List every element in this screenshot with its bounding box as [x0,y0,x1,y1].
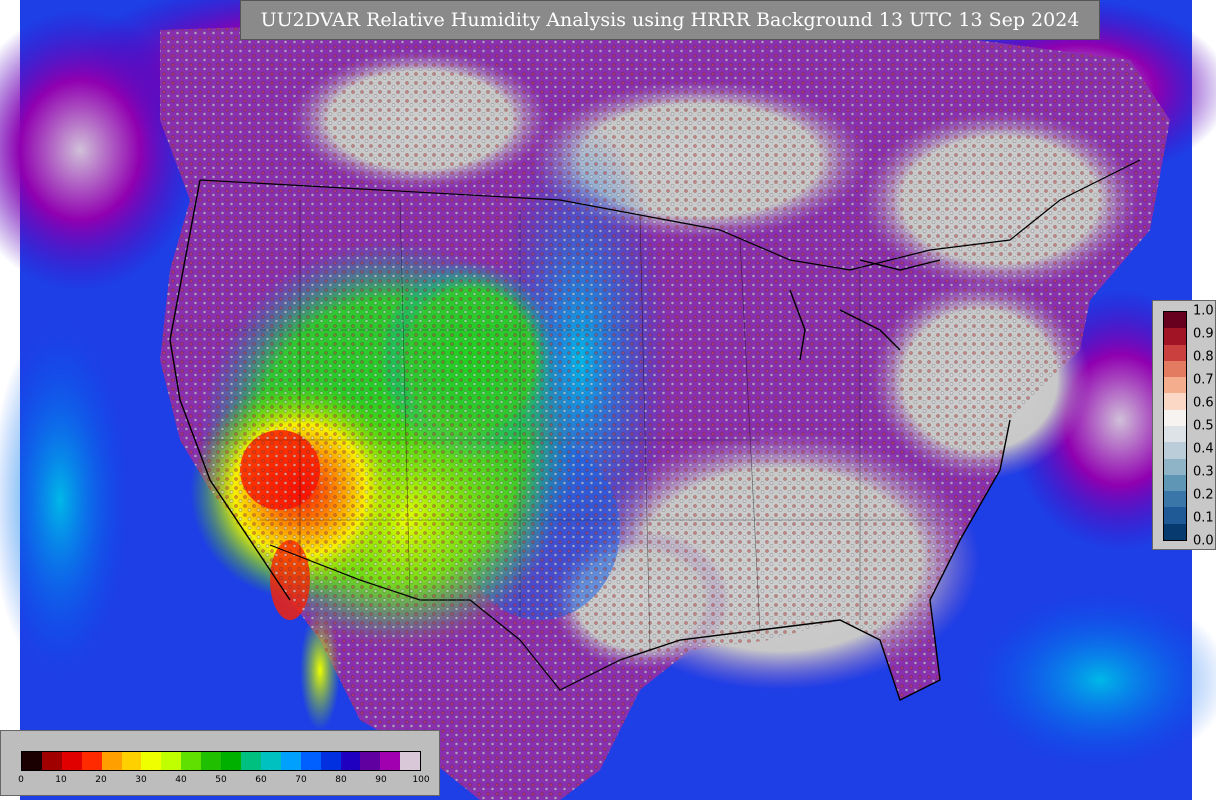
rh-colorbar-tick-label: 30 [135,775,147,785]
rh-colorbar-tick-label: 100 [412,775,430,785]
error-colorbar-swatch [1164,523,1186,540]
error-colorbar-swatch [1164,409,1186,426]
map-title: UU2DVAR Relative Humidity Analysis using… [240,0,1100,40]
error-colorbar-swatch [1164,442,1186,459]
rh-colorbar-tick-label: 50 [215,775,227,785]
rh-colorbar-tick-label: 80 [335,775,347,785]
rh-colorbar-swatch [221,752,241,770]
error-colorbar-tick-label: 0.2 [1193,487,1214,503]
rh-colorbar-tick-label: 10 [55,775,67,785]
error-colorbar-tick-label: 0.6 [1193,395,1214,411]
rh-colorbar-tick-label: 90 [375,775,387,785]
rh-colorbar-tick-label: 60 [255,775,267,785]
rh-colorbar-swatch [161,752,182,770]
rh-colorbar-swatch [101,752,122,770]
error-colorbar-tick-label: 0.0 [1193,533,1214,549]
error-colorbar-swatch [1164,393,1186,410]
error-colorbar-swatch [1164,360,1186,378]
rh-colorbar-tick-label: 0 [18,775,24,785]
error-colorbar: 1.0 0.9 0.8 0.7 0.6 0.5 0.4 0.3 0.2 0.1 0.0 [1152,300,1216,550]
rh-analysis-map [0,0,1216,800]
rh-colorbar-swatch [141,752,162,770]
error-colorbar-swatch [1164,377,1186,394]
rh-colorbar-swatch [81,752,102,770]
rh-colorbar-swatch [181,752,202,770]
rh-colorbar-swatch [320,752,341,770]
error-colorbar-swatch [1164,491,1186,508]
error-colorbar-tick-label: 1.0 [1193,303,1214,319]
rh-colorbar-tick-label: 20 [95,775,107,785]
error-colorbar-swatch [1164,425,1186,443]
error-colorbar-swatches [1163,311,1187,541]
error-colorbar-tick-label: 0.5 [1193,418,1214,434]
rh-colorbar-swatch [260,752,281,770]
rh-colorbar-swatch [22,752,42,770]
rh-colorbar-swatch [360,752,381,770]
error-colorbar-tick-label: 0.3 [1193,464,1214,480]
error-colorbar-tick-label: 0.8 [1193,349,1214,365]
rh-colorbar-swatch [400,752,421,770]
analysis-figure: UU2DVAR Relative Humidity Analysis using… [0,0,1216,800]
error-colorbar-swatch [1164,507,1186,524]
error-colorbar-swatch [1164,328,1186,345]
error-colorbar-swatch [1164,344,1186,361]
error-colorbar-swatch [1164,312,1186,329]
error-colorbar-tick-label: 0.4 [1193,441,1214,457]
error-colorbar-swatch [1164,458,1186,475]
error-colorbar-swatch [1164,474,1186,492]
rh-colorbar-swatch [61,752,82,770]
rh-colorbar-swatch [240,752,261,770]
rh-colorbar-swatches [21,751,421,771]
rh-colorbar-swatch [201,752,222,770]
rh-colorbar-swatch [340,752,361,770]
rh-colorbar-swatch [121,752,142,770]
rh-colorbar-swatch [300,752,321,770]
rh-colorbar-swatch [380,752,401,770]
rh-colorbar: 0 10 20 30 40 50 60 70 80 90 100 [0,730,440,796]
error-colorbar-tick-label: 0.7 [1193,372,1214,388]
rh-colorbar-swatch [280,752,301,770]
error-colorbar-tick-label: 0.1 [1193,510,1214,526]
rh-colorbar-swatch [41,752,62,770]
error-colorbar-tick-label: 0.9 [1193,326,1214,342]
rh-colorbar-tick-label: 40 [175,775,187,785]
rh-colorbar-tick-label: 70 [295,775,307,785]
